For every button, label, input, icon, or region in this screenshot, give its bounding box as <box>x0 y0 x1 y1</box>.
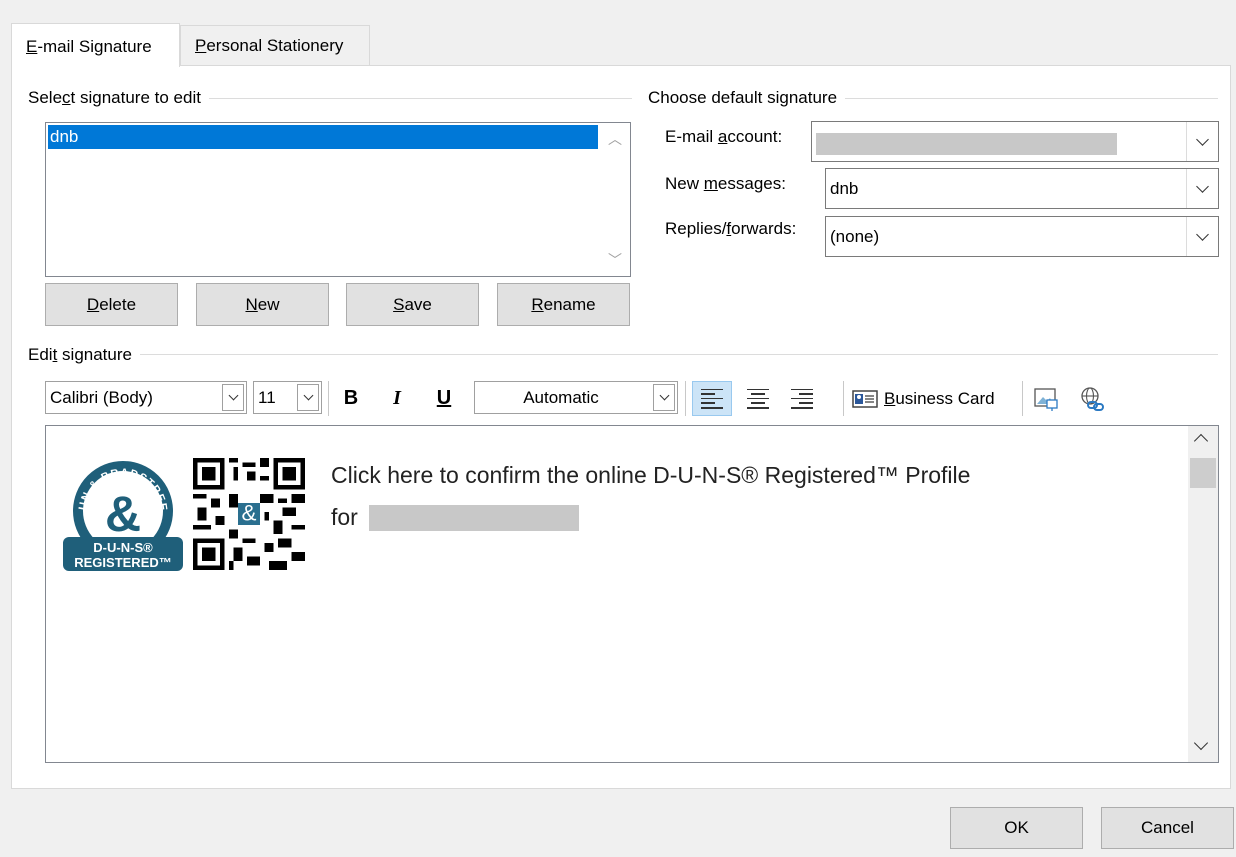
font-size-select[interactable]: 11 <box>253 381 322 414</box>
new-messages-select[interactable]: dnb <box>825 168 1219 209</box>
font-name-select[interactable]: Calibri (Body) <box>45 381 247 414</box>
group-divider <box>28 354 1218 355</box>
align-right-icon <box>791 388 813 409</box>
chevron-down-icon[interactable] <box>222 384 244 411</box>
replies-forwards-label: Replies/forwards: <box>665 219 797 238</box>
default-signature-group-label: Choose default signature <box>648 88 846 108</box>
signature-line-1[interactable]: Click here to confirm the online D-U-N-S… <box>331 462 970 489</box>
rename-button[interactable]: Rename <box>497 283 630 326</box>
toolbar-separator <box>685 381 686 416</box>
insert-picture-button[interactable] <box>1030 381 1062 416</box>
scroll-thumb[interactable] <box>1190 458 1216 488</box>
scroll-down-icon[interactable]: ﹀ <box>608 250 622 270</box>
insert-hyperlink-button[interactable] <box>1076 381 1108 416</box>
scroll-up-icon[interactable]: ︿ <box>608 129 622 149</box>
scroll-down-icon[interactable] <box>1193 735 1209 751</box>
replies-forwards-select[interactable]: (none) <box>825 216 1219 257</box>
underline-button[interactable]: U <box>429 381 459 416</box>
qr-code-icon: & <box>193 458 305 570</box>
chevron-down-icon[interactable] <box>1186 217 1218 256</box>
bold-button[interactable]: B <box>336 381 366 416</box>
chevron-down-icon[interactable] <box>1186 169 1218 208</box>
align-left-button[interactable] <box>692 381 732 416</box>
save-button[interactable]: Save <box>346 283 479 326</box>
select-signature-group-label: Select signature to edit <box>28 88 209 108</box>
duns-registered-badge: DUN & BRADSTREET & D-U-N-S® REGISTERED™ <box>61 461 183 571</box>
toolbar-separator <box>843 381 844 416</box>
align-center-icon <box>747 388 769 409</box>
scroll-up-icon[interactable] <box>1193 433 1209 449</box>
new-button[interactable]: New <box>196 283 329 326</box>
ok-button[interactable]: OK <box>950 807 1083 849</box>
chevron-down-icon[interactable] <box>1186 122 1218 161</box>
italic-button[interactable]: I <box>382 381 412 416</box>
toolbar-separator <box>1022 381 1023 416</box>
svg-text:&: & <box>242 501 257 526</box>
business-card-button[interactable]: Business Card <box>852 381 1012 416</box>
tab-personal-stationery[interactable]: Personal Stationery <box>180 25 370 66</box>
redacted-account <box>816 133 1117 155</box>
signature-list[interactable]: dnb ︿ ﹀ <box>45 122 631 277</box>
svg-text:REGISTERED™: REGISTERED™ <box>74 555 172 570</box>
align-center-button[interactable] <box>738 381 778 416</box>
editor-scrollbar[interactable] <box>1188 426 1218 762</box>
chevron-down-icon[interactable] <box>653 384 675 411</box>
delete-button[interactable]: Delete <box>45 283 178 326</box>
svg-text:&: & <box>105 486 141 542</box>
tab-email-signature[interactable]: E-mail Signature <box>11 23 180 67</box>
hyperlink-icon <box>1081 386 1104 411</box>
email-account-label: E-mail account: <box>665 127 783 146</box>
toolbar-separator <box>328 381 329 416</box>
align-right-button[interactable] <box>782 381 822 416</box>
font-color-select[interactable]: Automatic <box>474 381 678 414</box>
redacted-company-name <box>369 505 579 531</box>
signature-panel: Select signature to edit dnb ︿ ﹀ Delete … <box>11 65 1231 789</box>
business-card-icon <box>852 389 878 408</box>
chevron-down-icon[interactable] <box>297 384 319 411</box>
signature-editor[interactable]: DUN & BRADSTREET & D-U-N-S® REGISTERED™ <box>45 425 1219 763</box>
svg-text:D-U-N-S®: D-U-N-S® <box>93 540 153 555</box>
edit-signature-group-label: Edit signature <box>28 345 140 365</box>
signature-list-item[interactable]: dnb <box>48 125 598 149</box>
cancel-button[interactable]: Cancel <box>1101 807 1234 849</box>
align-left-icon <box>701 388 723 409</box>
email-account-select[interactable] <box>811 121 1219 162</box>
signature-line-2[interactable]: for <box>331 504 358 531</box>
insert-picture-icon <box>1034 387 1058 411</box>
new-messages-label: New messages: <box>665 174 786 193</box>
